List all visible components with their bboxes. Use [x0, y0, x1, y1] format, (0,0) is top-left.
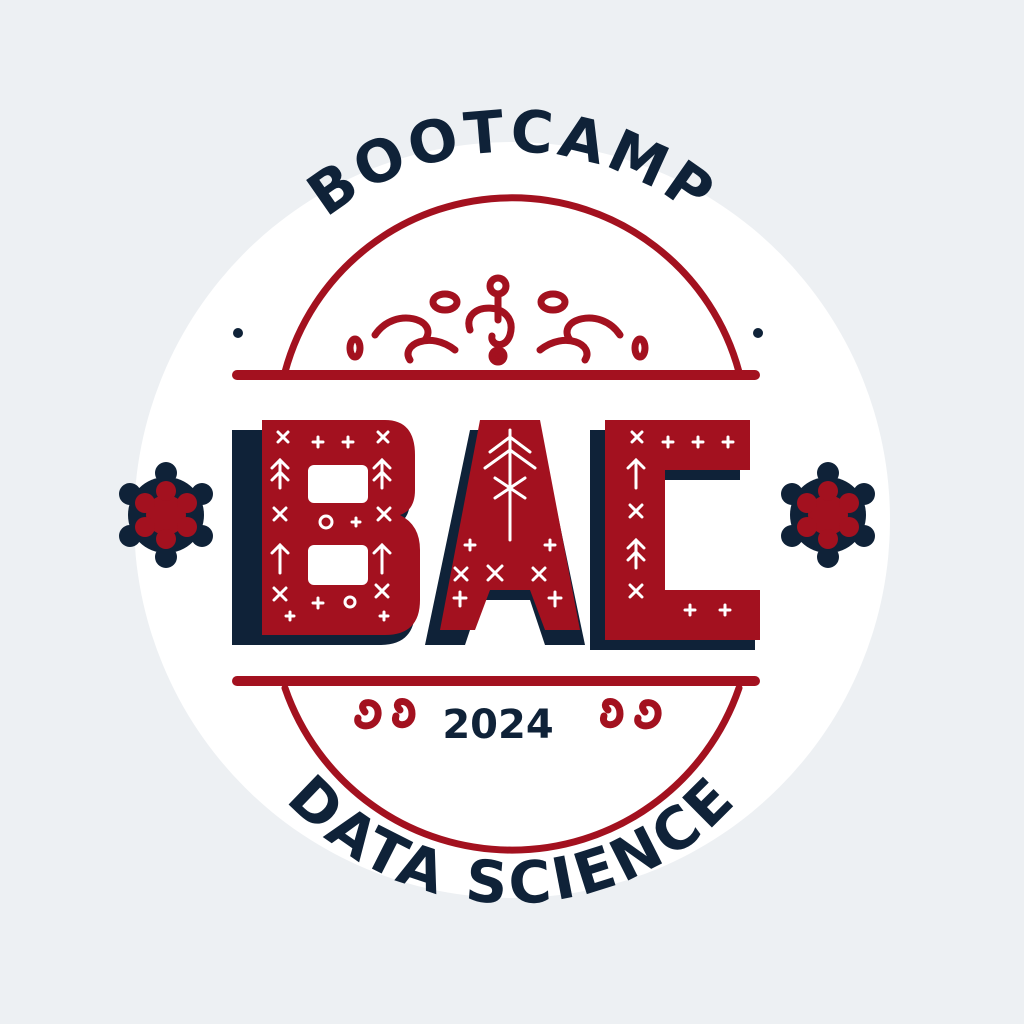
top-right-dot — [753, 328, 763, 338]
bottom-rule — [232, 676, 760, 686]
logo-canvas: BOOTCAMP 2024 DATA SCIENCE — [0, 0, 1024, 1024]
top-rule — [232, 370, 760, 380]
monogram-letter-b — [232, 420, 420, 645]
year-label: 2024 — [442, 702, 553, 748]
top-left-dot — [233, 328, 243, 338]
logo-graphic: BOOTCAMP 2024 DATA SCIENCE — [119, 97, 890, 918]
